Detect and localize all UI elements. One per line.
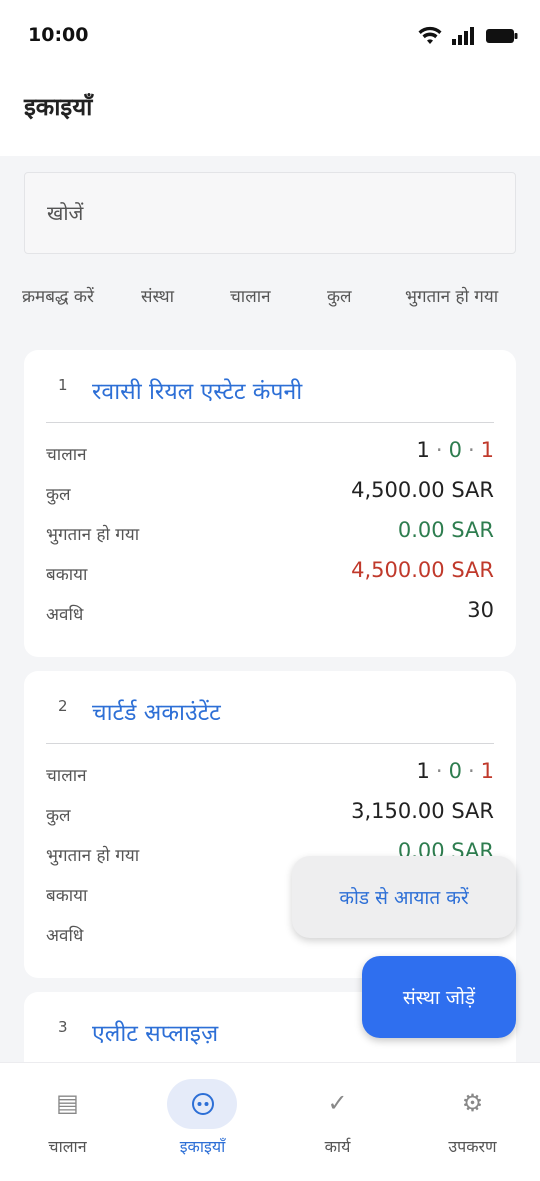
sort-label: क्रमबद्ध करें — [22, 287, 94, 307]
search-box[interactable] — [24, 172, 516, 254]
gear-icon: ⚙ — [461, 1089, 484, 1117]
sort-option-invoices[interactable]: चालान — [230, 284, 271, 307]
due-label: बकाया — [46, 886, 88, 906]
sort-bar: क्रमबद्ध करें संस्था चालान कुल भुगतान हो… — [0, 280, 540, 316]
due-label: बकाया — [46, 565, 88, 585]
paid-label: भुगतान हो गया — [46, 846, 140, 866]
entity-name[interactable]: चार्टर्ड अकाउंटेंट — [92, 695, 221, 727]
nav-item-tasks[interactable]: ✓ कार्य — [270, 1063, 405, 1181]
invoices-row: चालान 1 · 0 · 1 — [46, 759, 494, 791]
invoices-count: 1 · 0 · 1 — [417, 438, 495, 462]
search-input[interactable] — [25, 173, 515, 253]
separator: · — [467, 759, 475, 783]
nav-label: उपकरण — [448, 1137, 497, 1156]
bottom-nav: ▤ चालान इकाइयाँ ✓ कार्य ⚙ उपकरण — [0, 1062, 540, 1181]
sort-option-total[interactable]: कुल — [327, 284, 352, 307]
entities-icon — [135, 1089, 270, 1117]
total-row: कुल 4,500.00 SAR — [46, 478, 494, 510]
status-time: 10:00 — [28, 24, 89, 46]
paid-label: भुगतान हो गया — [46, 525, 140, 545]
nav-item-tools[interactable]: ⚙ उपकरण — [405, 1063, 540, 1181]
invoices-unpaid: 1 — [480, 759, 494, 783]
divider — [46, 743, 494, 744]
total-row: कुल 3,150.00 SAR — [46, 799, 494, 831]
term-label: अवधि — [46, 605, 84, 625]
divider — [46, 422, 494, 423]
invoices-paid: 0 — [448, 438, 462, 462]
due-value: 4,500.00 SAR — [351, 558, 494, 582]
separator: · — [435, 759, 443, 783]
page-title: इकाइयाँ — [24, 93, 93, 121]
term-value: 30 — [467, 598, 494, 622]
sort-option-entity[interactable]: संस्था — [141, 284, 174, 307]
invoices-total: 1 — [416, 438, 430, 462]
entity-name[interactable]: एलीट सप्लाइज़ — [92, 1016, 218, 1048]
invoices-unpaid: 1 — [480, 438, 494, 462]
total-value: 3,150.00 SAR — [351, 799, 494, 823]
check-icon: ✓ — [327, 1089, 348, 1117]
nav-label: कार्य — [324, 1137, 351, 1156]
invoices-count: 1 · 0 · 1 — [417, 759, 495, 783]
paid-row: भुगतान हो गया 0.00 SAR — [46, 518, 494, 550]
entity-index: 3 — [58, 1018, 68, 1036]
total-label: कुल — [46, 485, 71, 505]
entity-name[interactable]: रवासी रियल एस्टेट कंपनी — [92, 374, 302, 406]
nav-label: चालान — [48, 1137, 87, 1156]
app-bar: इकाइयाँ — [0, 72, 540, 156]
separator: · — [435, 438, 443, 462]
invoices-total: 1 — [416, 759, 430, 783]
nav-item-invoices[interactable]: ▤ चालान — [0, 1063, 135, 1181]
total-value: 4,500.00 SAR — [351, 478, 494, 502]
status-bar: 10:00 — [0, 0, 540, 72]
invoices-paid: 0 — [448, 759, 462, 783]
separator: · — [467, 438, 475, 462]
total-label: कुल — [46, 806, 71, 826]
nav-item-entities[interactable]: इकाइयाँ — [135, 1063, 270, 1181]
import-by-code-button[interactable]: कोड से आयात करें — [292, 856, 516, 938]
signal-icon — [452, 27, 474, 45]
sort-option-paid[interactable]: भुगतान हो गया — [405, 284, 498, 307]
wifi-icon — [418, 26, 442, 44]
invoices-label: चालान — [46, 766, 87, 786]
term-label: अवधि — [46, 926, 84, 946]
invoices-row: चालान 1 · 0 · 1 — [46, 438, 494, 470]
entity-card[interactable]: 1 रवासी रियल एस्टेट कंपनी चालान 1 · 0 · 1 कु… — [24, 350, 516, 657]
add-entity-button[interactable]: संस्था जोड़ें — [362, 956, 516, 1038]
due-row: बकाया 4,500.00 SAR — [46, 558, 494, 590]
status-icons — [418, 26, 518, 46]
entity-index: 2 — [58, 697, 68, 715]
term-row: अवधि 30 — [46, 598, 494, 630]
battery-icon — [486, 29, 518, 43]
nav-label: इकाइयाँ — [179, 1137, 226, 1156]
entity-index: 1 — [58, 376, 68, 394]
paid-value: 0.00 SAR — [397, 518, 494, 542]
invoices-label: चालान — [46, 445, 87, 465]
list-icon: ▤ — [56, 1089, 79, 1117]
